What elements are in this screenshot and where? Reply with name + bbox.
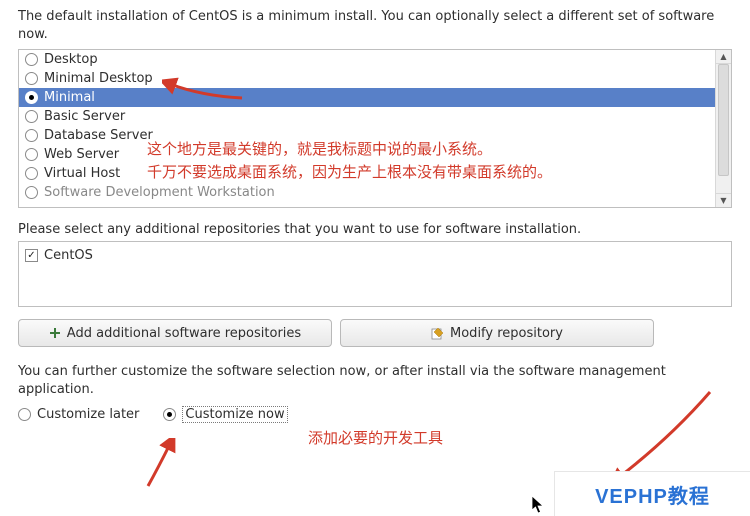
repositories-list: ✓ CentOS xyxy=(18,241,732,307)
option-label: Virtual Host xyxy=(44,166,120,181)
button-label: Add additional software repositories xyxy=(67,326,301,341)
repo-item-label: CentOS xyxy=(44,248,93,263)
radio-icon xyxy=(25,167,38,180)
radio-icon xyxy=(25,186,38,199)
modify-repository-button[interactable]: Modify repository xyxy=(340,319,654,347)
add-repositories-button[interactable]: Add additional software repositories xyxy=(18,319,332,347)
radio-icon xyxy=(25,129,38,142)
button-label: Modify repository xyxy=(450,326,563,341)
scrollbar[interactable]: ▲ ▼ xyxy=(715,50,731,207)
option-web-server[interactable]: Web Server xyxy=(19,145,715,164)
option-label: Minimal xyxy=(44,90,95,105)
edit-icon xyxy=(431,327,444,340)
radio-icon xyxy=(25,53,38,66)
watermark: VEPHP教程 xyxy=(554,471,750,516)
option-software-dev-workstation[interactable]: Software Development Workstation xyxy=(19,183,715,202)
option-label: Software Development Workstation xyxy=(44,185,275,200)
radio-label: Customize now xyxy=(182,406,287,423)
option-virtual-host[interactable]: Virtual Host xyxy=(19,164,715,183)
option-basic-server[interactable]: Basic Server xyxy=(19,107,715,126)
radio-icon xyxy=(25,110,38,123)
option-label: Minimal Desktop xyxy=(44,71,153,86)
radio-icon xyxy=(18,408,31,421)
customize-description: You can further customize the software s… xyxy=(18,363,732,398)
radio-icon xyxy=(25,91,38,104)
plus-icon xyxy=(49,327,61,339)
option-minimal-desktop[interactable]: Minimal Desktop xyxy=(19,69,715,88)
software-selection-list: Desktop Minimal Desktop Minimal Basic Se… xyxy=(18,49,732,208)
repo-section-label: Please select any additional repositorie… xyxy=(18,222,732,237)
customize-now-radio[interactable]: Customize now xyxy=(163,406,287,423)
option-database-server[interactable]: Database Server xyxy=(19,126,715,145)
radio-label: Customize later xyxy=(37,407,139,422)
annotation-arrow-icon xyxy=(140,438,195,493)
customize-later-radio[interactable]: Customize later xyxy=(18,407,139,422)
option-label: Desktop xyxy=(44,52,98,67)
mouse-cursor-icon xyxy=(531,495,545,515)
scroll-up-icon[interactable]: ▲ xyxy=(716,50,731,64)
repo-item-centos[interactable]: ✓ CentOS xyxy=(25,246,725,264)
radio-icon xyxy=(25,148,38,161)
checkbox-icon[interactable]: ✓ xyxy=(25,249,38,262)
option-label: Database Server xyxy=(44,128,153,143)
option-label: Web Server xyxy=(44,147,119,162)
option-label: Basic Server xyxy=(44,109,125,124)
radio-icon xyxy=(25,72,38,85)
scroll-down-icon[interactable]: ▼ xyxy=(716,193,731,207)
annotation-text-bottom: 添加必要的开发工具 xyxy=(308,428,443,451)
option-desktop[interactable]: Desktop xyxy=(19,50,715,69)
option-minimal[interactable]: Minimal xyxy=(19,88,715,107)
intro-text: The default installation of CentOS is a … xyxy=(18,8,732,43)
radio-icon xyxy=(163,408,176,421)
